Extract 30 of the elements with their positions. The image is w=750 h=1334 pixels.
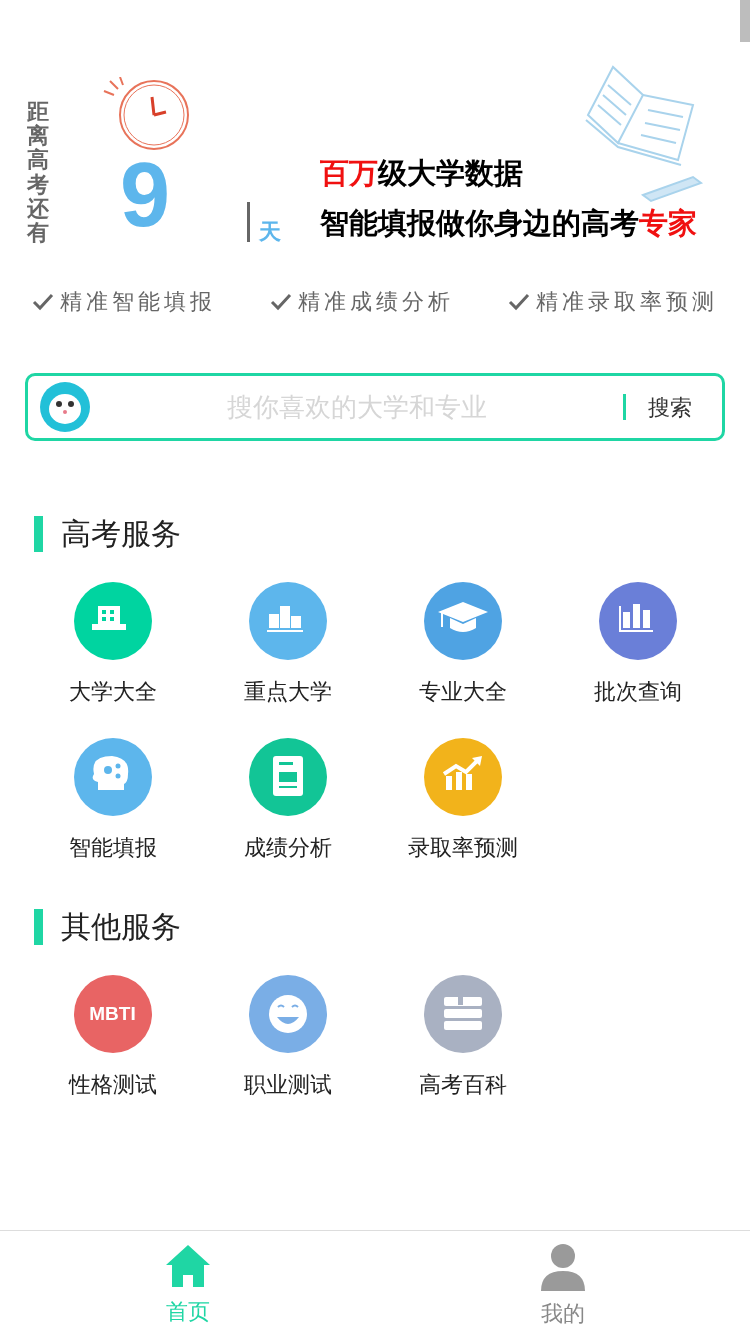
- headline: 百万级大学数据: [320, 156, 524, 191]
- check-icon: [32, 292, 54, 311]
- section-marker: [34, 908, 43, 945]
- scrollbar: [740, 0, 750, 42]
- check-icon: [270, 292, 292, 311]
- tab[interactable]: 我的: [375, 1231, 750, 1334]
- service-label[interactable]: 成绩分析: [243, 831, 332, 864]
- section-title: 其他服务: [61, 909, 181, 945]
- section-title: 高考服务: [61, 516, 181, 552]
- service-label[interactable]: 高考百科: [418, 1068, 507, 1101]
- countdown-label: 距离高考还有: [27, 100, 49, 246]
- headline: 智能填报做你身边的高考专家: [320, 206, 697, 241]
- countdown-number: 9: [120, 150, 171, 240]
- service-label[interactable]: 性格测试: [68, 1068, 157, 1101]
- feature-label: 精准成绩分析: [298, 288, 454, 316]
- service-label[interactable]: 录取率预测: [407, 831, 518, 864]
- person-icon: [539, 1243, 586, 1291]
- service-label[interactable]: 批次查询: [593, 675, 682, 708]
- feature-label: 精准录取率预测: [536, 288, 718, 316]
- service-label[interactable]: 智能填报: [68, 831, 157, 864]
- service-label[interactable]: 大学大全: [68, 675, 157, 708]
- service-label[interactable]: 重点大学: [243, 675, 332, 708]
- service-label[interactable]: 专业大全: [418, 675, 507, 708]
- section-marker: [34, 515, 43, 552]
- check-icon: [508, 292, 530, 311]
- search-button[interactable]: 搜索: [648, 390, 710, 424]
- seal-mascot-icon: [40, 382, 90, 432]
- service-label[interactable]: 职业测试: [243, 1068, 332, 1101]
- feature-label: 精准智能填报: [60, 288, 216, 316]
- unit-label: 天: [259, 218, 281, 246]
